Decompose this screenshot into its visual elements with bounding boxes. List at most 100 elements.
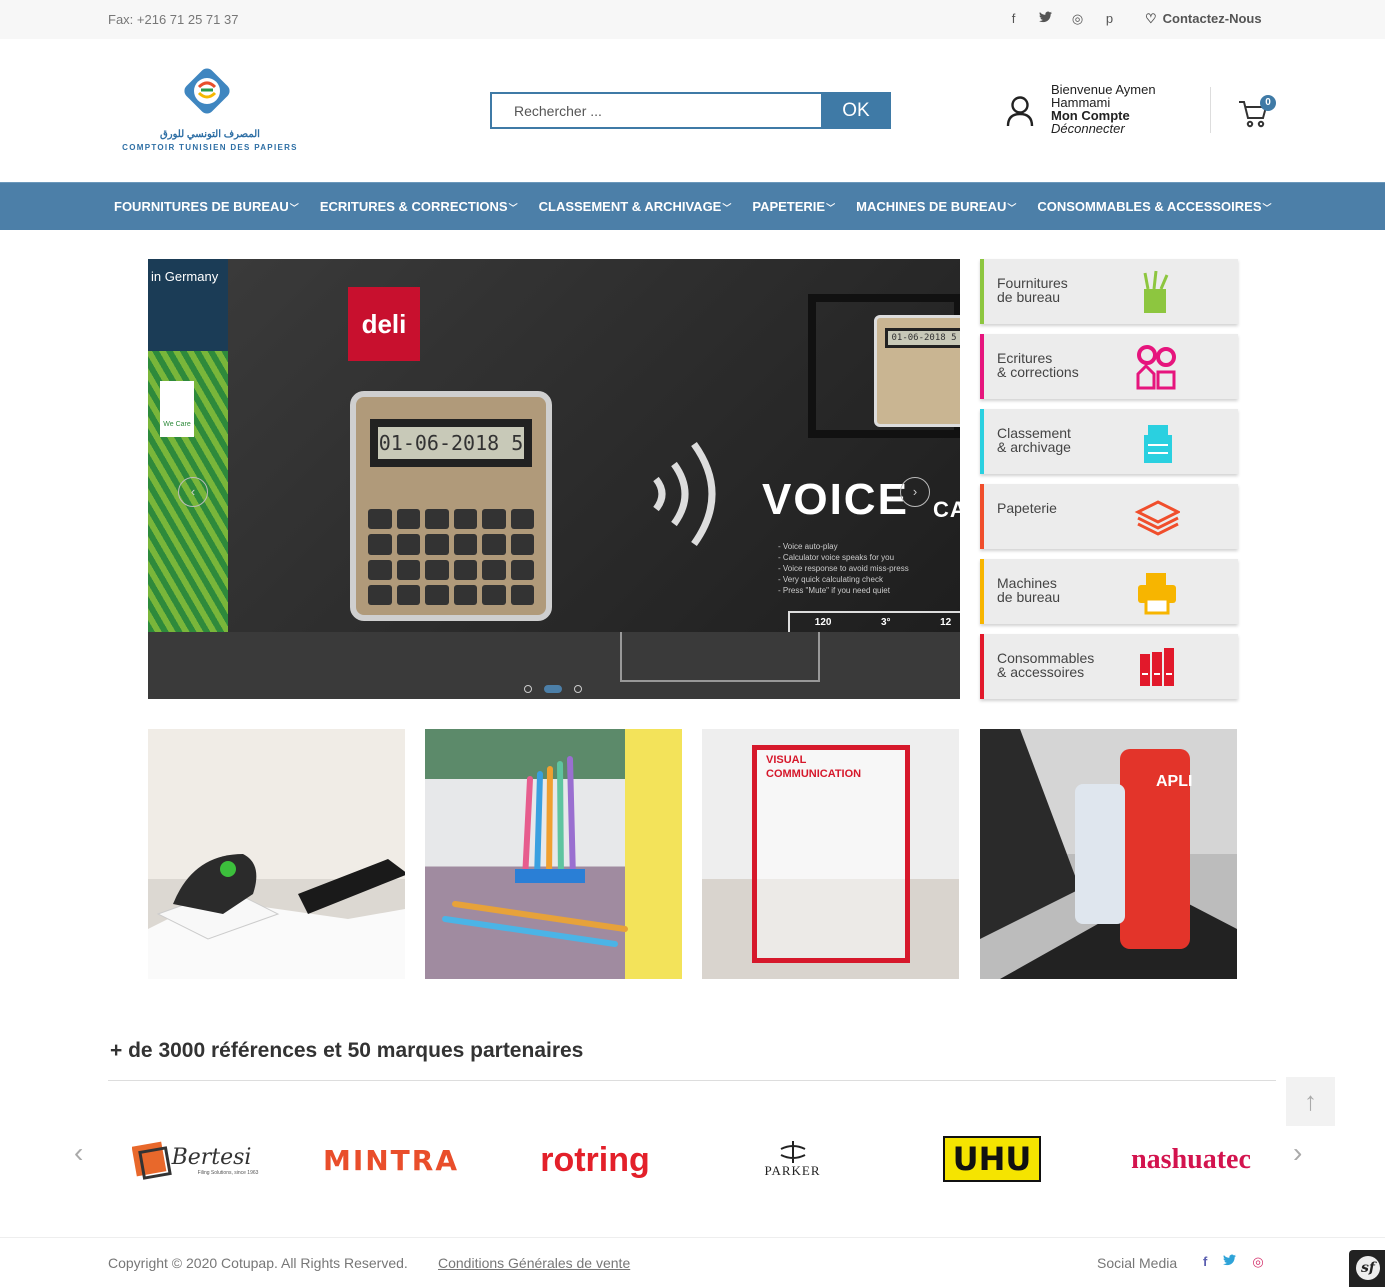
account-text: Bienvenue Aymen Hammami Mon Compte Décon… xyxy=(1051,83,1191,135)
category-tile-fournitures[interactable]: Fournitures de bureau xyxy=(980,259,1238,324)
pencil-cup-icon xyxy=(1143,270,1169,313)
facebook-icon[interactable]: f xyxy=(1203,1254,1207,1270)
symfony-toolbar-toggle[interactable]: sf xyxy=(1349,1250,1385,1287)
logout-link[interactable]: Déconnecter xyxy=(1051,122,1191,135)
nav-item-fournitures[interactable]: FOURNITURES DE BUREAU﹀ xyxy=(114,199,299,214)
brand-name: Bertesi xyxy=(171,1144,252,1170)
nav-item-classement[interactable]: CLASSEMENT & ARCHIVAGE﹀ xyxy=(539,199,732,214)
spec-value: 12 xyxy=(940,617,952,628)
logo-french-text: COMPTOIR TUNISIEN DES PAPIERS xyxy=(122,143,298,152)
slider-prev-button[interactable]: ‹ xyxy=(178,477,208,507)
slider-dot-active[interactable] xyxy=(544,685,562,693)
spec-strip: 120 3° 12 xyxy=(788,611,960,632)
chevron-down-icon: ﹀ xyxy=(1007,203,1017,213)
category-tile-machines[interactable]: Machines de bureau xyxy=(980,559,1238,624)
category-tile-consommables[interactable]: Consommables & accessoires xyxy=(980,634,1238,699)
brands-next-button[interactable]: › xyxy=(1293,1137,1302,1169)
nav-item-label: PAPETERIE xyxy=(752,199,826,214)
promo-cleaning-products[interactable]: APLI xyxy=(980,729,1237,979)
user-icon[interactable] xyxy=(1005,95,1035,127)
feature-item: - Voice auto-play xyxy=(778,542,838,551)
logo-arabic-text: المصرف التونسي للورق xyxy=(160,129,260,140)
category-tile-papeterie[interactable]: Papeterie xyxy=(980,484,1238,549)
instagram-icon[interactable]: ◎ xyxy=(1070,11,1085,27)
brand-carousel: Bertesi Filing Solutions, since 1963 MIN… xyxy=(125,1130,1265,1190)
search-input[interactable] xyxy=(490,92,822,129)
nav-item-ecritures[interactable]: ECRITURES & CORRECTIONS﹀ xyxy=(320,199,518,214)
category-accent-bar xyxy=(980,559,984,624)
chevron-down-icon: ﹀ xyxy=(289,203,299,213)
slider-dot[interactable] xyxy=(524,685,532,693)
brand-rotring[interactable]: rotring xyxy=(525,1130,665,1190)
fax-number: Fax: +216 71 25 71 37 xyxy=(108,12,239,27)
twitter-icon[interactable] xyxy=(1038,11,1053,27)
calculator-display: 01-06-2018 5 xyxy=(370,419,532,467)
slider-dots xyxy=(524,685,582,693)
header-divider xyxy=(1210,87,1211,133)
brand-bertesi[interactable]: Bertesi Filing Solutions, since 1963 xyxy=(125,1130,265,1190)
symfony-icon: sf xyxy=(1356,1256,1380,1280)
apli-label: APLI xyxy=(1156,773,1193,790)
twitter-icon[interactable] xyxy=(1223,1254,1237,1270)
category-tiles: Fournitures de bureau Ecritures & correc… xyxy=(980,259,1238,709)
brand-parker[interactable]: PARKER xyxy=(725,1130,860,1190)
promo-visual-communication[interactable]: VISUAL COMMUNICATION xyxy=(702,729,959,979)
site-footer: Copyright © 2020 Cotupap. All Rights Res… xyxy=(0,1237,1385,1287)
brand-nashuatec[interactable]: nashuatec xyxy=(1121,1130,1261,1190)
visual-communication-title: VISUAL COMMUNICATION xyxy=(766,754,862,780)
nav-item-label: CONSOMMABLES & ACCESSOIRES xyxy=(1037,199,1262,214)
nav-item-machines[interactable]: MACHINES DE BUREAU﹀ xyxy=(856,199,1016,214)
category-accent-bar xyxy=(980,409,984,474)
logo-mark-icon xyxy=(184,68,230,114)
category-label: Fournitures de bureau xyxy=(997,275,1068,305)
nav-item-label: ECRITURES & CORRECTIONS xyxy=(319,199,508,214)
parker-arrow-icon xyxy=(780,1141,805,1163)
feature-item: - Voice response to avoid miss-press xyxy=(778,564,909,573)
brand-uhu[interactable]: UHU xyxy=(943,1136,1041,1182)
promo-punch-stapler[interactable] xyxy=(148,729,405,979)
nav-item-consommables[interactable]: CONSOMMABLES & ACCESSOIRES﹀ xyxy=(1037,199,1271,214)
feature-item: - Press "Mute" if you need quiet xyxy=(778,586,890,595)
scroll-to-top-button[interactable]: ↑ xyxy=(1286,1077,1335,1126)
brand-mintra[interactable]: MINTRA xyxy=(321,1130,461,1190)
category-label: Machines de bureau xyxy=(997,575,1061,605)
category-label: Consommables & accessoires xyxy=(997,650,1095,680)
calculator-image: 01-06-2018 5 xyxy=(350,391,552,621)
promo-pens[interactable] xyxy=(425,729,682,979)
hole-punch-image xyxy=(148,854,405,979)
site-logo[interactable]: المصرف التونسي للورق COMPTOIR TUNISIEN D… xyxy=(115,57,305,157)
contact-link[interactable]: ♡ Contactez-Nous xyxy=(1145,11,1262,27)
small-calculator-image: 01-06-2018 5 xyxy=(874,315,960,427)
category-tile-ecritures[interactable]: Ecritures & corrections xyxy=(980,334,1238,399)
category-label: Classement & archivage xyxy=(997,425,1071,455)
slider-next-button[interactable]: › xyxy=(900,477,930,507)
spec-value: 120 xyxy=(814,617,832,628)
previous-slide-peek: in Germany We Care xyxy=(148,259,228,632)
search-form: OK xyxy=(490,92,891,129)
heart-icon: ♡ xyxy=(1145,11,1157,26)
account-block: Bienvenue Aymen Hammami Mon Compte Décon… xyxy=(1005,81,1205,141)
social-media-label: Social Media xyxy=(1097,1255,1178,1271)
slide-feature-list: - Voice auto-play - Calculator voice spe… xyxy=(778,541,909,596)
facebook-icon[interactable]: f xyxy=(1006,11,1021,27)
site-header: المصرف التونسي للورق COMPTOIR TUNISIEN D… xyxy=(0,39,1385,182)
terms-link[interactable]: Conditions Générales de vente xyxy=(438,1255,630,1271)
calculator-keys xyxy=(368,509,534,605)
top-bar: Fax: +216 71 25 71 37 f ◎ p ♡ Contactez-N… xyxy=(0,0,1385,39)
slider-dot[interactable] xyxy=(574,685,582,693)
nav-item-papeterie[interactable]: PAPETERIE﹀ xyxy=(752,199,835,214)
nav-item-label: FOURNITURES DE BUREAU xyxy=(114,199,289,214)
archive-box-icon xyxy=(1144,425,1172,463)
instagram-icon[interactable]: ◎ xyxy=(1252,1254,1263,1270)
hero-slider: in Germany We Care 01-06-2018 5 deli 01-… xyxy=(148,259,960,699)
spec-value: 3° xyxy=(880,617,891,628)
feature-item: - Calculator voice speaks for you xyxy=(778,553,895,562)
category-label: Ecritures & corrections xyxy=(997,350,1079,380)
brands-title: + de 3000 références et 50 marques parte… xyxy=(110,1039,584,1062)
brand-name: PARKER xyxy=(764,1163,821,1178)
brands-prev-button[interactable]: ‹ xyxy=(74,1137,83,1169)
category-tile-classement[interactable]: Classement & archivage xyxy=(980,409,1238,474)
pinterest-icon[interactable]: p xyxy=(1102,11,1117,27)
search-button[interactable]: OK xyxy=(821,92,891,129)
cart-button[interactable]: 0 xyxy=(1237,94,1277,130)
